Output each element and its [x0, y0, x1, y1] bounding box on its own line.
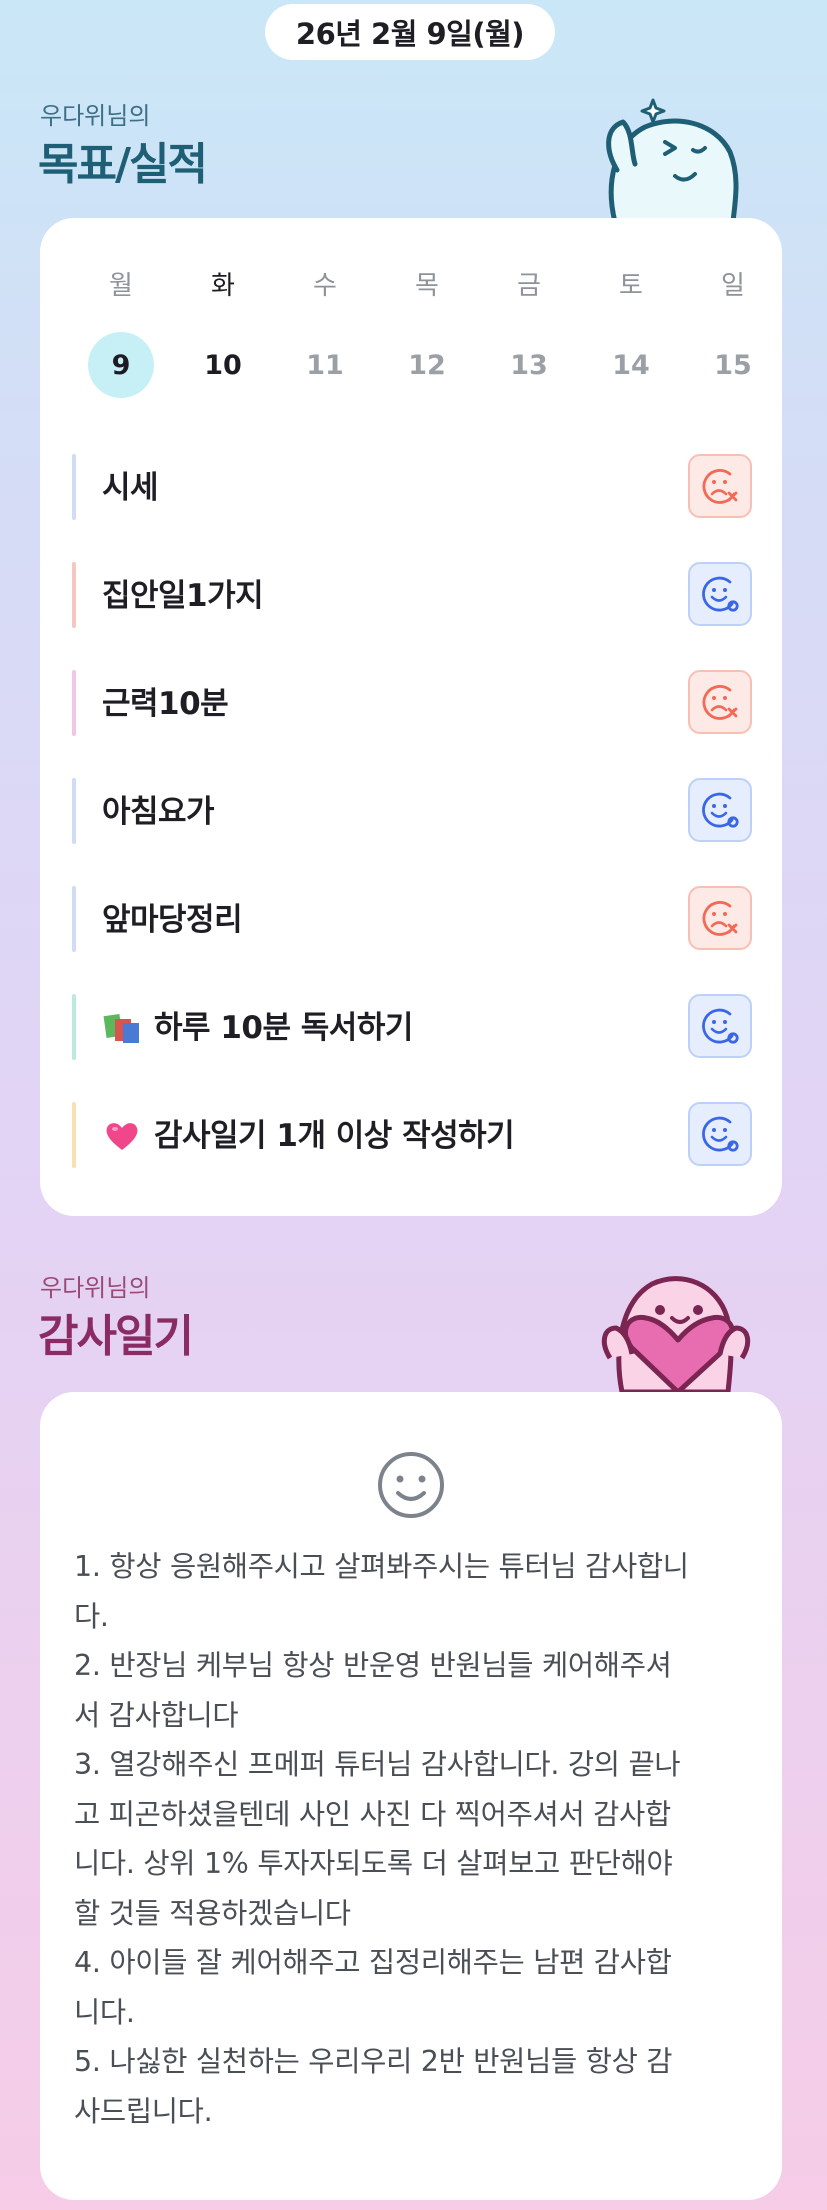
goal-text-wrap: 앞마당정리: [102, 868, 243, 972]
gratitude-line: 고 피곤하셨을텐데 사인 사진 다 찍어주셔서 감사합: [74, 1797, 671, 1831]
goal-label: 감사일기 1개 이상 작성하기: [154, 1118, 515, 1154]
calendar-day-number[interactable]: 11: [292, 332, 358, 398]
goal-color-bar: [72, 778, 76, 844]
goal-label: 아침요가: [102, 794, 215, 830]
smile-face-o-icon: [702, 792, 739, 828]
goal-text-wrap: 근력10분: [102, 652, 229, 756]
calendar-day-label: 목: [415, 271, 439, 301]
goal-item[interactable]: 집안일1가지: [72, 544, 752, 652]
goal-section-title: 목표/실적: [38, 139, 208, 190]
gratitude-line: 서 감사합니다: [74, 1698, 239, 1732]
goal-item[interactable]: 앞마당정리: [72, 868, 752, 976]
heart-mascot-icon: [601, 1276, 751, 1392]
date-text: 26년 2월 9일(월): [295, 17, 525, 51]
goal-text-wrap: 집안일1가지: [102, 544, 264, 648]
goal-item[interactable]: 근력10분: [72, 652, 752, 760]
calendar-day[interactable]: 일 15: [682, 266, 784, 398]
books-icon: [103, 1013, 139, 1043]
goal-color-bar: [72, 1102, 76, 1168]
goal-text-wrap: 감사일기 1개 이상 작성하기: [102, 1084, 515, 1188]
goal-card: 월 9 화 10 수 11 목 12 금 13 토 14 일 15 시세 집안일1가지 근력10분 아침요가 앞마…: [40, 218, 782, 1216]
calendar-day-number[interactable]: 9: [88, 332, 154, 398]
goal-color-bar: [72, 994, 76, 1060]
calendar-day[interactable]: 목 12: [376, 266, 478, 398]
calendar-day-label: 토: [619, 271, 643, 301]
calendar-day-number[interactable]: 10: [190, 332, 256, 398]
goal-label: 하루 10분 독서하기: [154, 1010, 413, 1046]
goal-success-button[interactable]: [688, 562, 752, 626]
goal-item[interactable]: 하루 10분 독서하기: [72, 976, 752, 1084]
calendar-day[interactable]: 토 14: [580, 266, 682, 398]
gratitude-line: 1. 항상 응원해주시고 살펴봐주시는 튜터님 감사합니: [74, 1550, 689, 1583]
goal-label: 근력10분: [102, 686, 229, 722]
gratitude-line: 니다.: [74, 1995, 135, 2029]
gratitude-section-title: 감사일기: [38, 1311, 194, 1362]
goal-section-subtitle: 우다위님의: [40, 102, 151, 130]
calendar-day[interactable]: 금 13: [478, 266, 580, 398]
goal-fail-button[interactable]: [688, 886, 752, 950]
gratitude-line: 사드립니다.: [74, 2094, 213, 2128]
gratitude-line: 할 것들 적용하겠습니다: [74, 1896, 351, 1930]
sad-face-x-icon: [702, 901, 738, 936]
goal-list: 시세집안일1가지근력10분아침요가앞마당정리하루 10분 독서하기감사일기 1개…: [72, 436, 752, 1192]
heart-icon: [106, 1123, 138, 1150]
calendar-day-label: 금: [517, 271, 541, 301]
calendar-day-label: 월: [109, 271, 133, 301]
smile-face-o-icon: [702, 1116, 739, 1152]
sad-face-x-icon: [702, 685, 738, 720]
calendar-day[interactable]: 수 11: [274, 266, 376, 398]
goal-fail-button[interactable]: [688, 454, 752, 518]
books-icon: [102, 1008, 142, 1048]
week-calendar: 월 9 화 10 수 11 목 12 금 13 토 14 일 15: [70, 266, 752, 398]
goal-text-wrap: 시세: [102, 436, 159, 540]
gratitude-card: 1. 항상 응원해주시고 살펴봐주시는 튜터님 감사합니다. 2. 반장님 케부님…: [40, 1392, 782, 2200]
sad-face-x-icon: [702, 469, 738, 504]
gratitude-diary-text: 1. 항상 응원해주시고 살펴봐주시는 튜터님 감사합니다. 2. 반장님 케부님…: [74, 1542, 754, 2136]
gratitude-line: 니다. 상위 1% 투자자되도록 더 살펴보고 판단해야: [74, 1847, 673, 1880]
goal-item[interactable]: 감사일기 1개 이상 작성하기: [72, 1084, 752, 1192]
calendar-day-number[interactable]: 13: [496, 332, 562, 398]
goal-item[interactable]: 시세: [72, 436, 752, 544]
calendar-day-label: 화: [211, 271, 235, 301]
gratitude-line: 2. 반장님 케부님 항상 반운영 반원님들 케어해주셔: [74, 1649, 672, 1682]
goal-color-bar: [72, 670, 76, 736]
goal-text-wrap: 하루 10분 독서하기: [102, 976, 413, 1080]
gratitude-line: 5. 나싫한 실천하는 우리우리 2반 반원님들 항상 감: [74, 2045, 673, 2078]
goal-label: 시세: [102, 470, 159, 506]
goal-color-bar: [72, 886, 76, 952]
calendar-day-number[interactable]: 15: [700, 332, 766, 398]
heart-icon: [102, 1116, 142, 1156]
gratitude-line: 4. 아이들 잘 케어해주고 집정리해주는 남편 감사합: [74, 1946, 672, 1979]
smile-face-o-icon: [702, 1008, 739, 1044]
goal-color-bar: [72, 454, 76, 520]
gratitude-line: 다.: [74, 1599, 109, 1633]
smile-face-icon: [378, 1452, 444, 1518]
gratitude-line: 3. 열강해주신 프메퍼 튜터님 감사합니다. 강의 끝나: [74, 1748, 681, 1781]
calendar-day[interactable]: 월9: [70, 266, 172, 398]
goal-success-button[interactable]: [688, 994, 752, 1058]
gratitude-section-subtitle: 우다위님의: [40, 1274, 151, 1302]
calendar-day-label: 일: [721, 271, 745, 301]
smile-face-o-icon: [702, 576, 739, 612]
calendar-day-number[interactable]: 12: [394, 332, 460, 398]
goal-success-button[interactable]: [688, 1102, 752, 1166]
goal-item[interactable]: 아침요가: [72, 760, 752, 868]
goal-fail-button[interactable]: [688, 670, 752, 734]
goal-color-bar: [72, 562, 76, 628]
goal-label: 집안일1가지: [102, 578, 264, 614]
goal-label: 앞마당정리: [102, 902, 243, 938]
calendar-day[interactable]: 화 10: [172, 266, 274, 398]
calendar-day-label: 수: [313, 271, 337, 301]
date-pill[interactable]: 26년 2월 9일(월): [265, 4, 555, 60]
ghost-mascot-icon: [606, 98, 739, 222]
goal-success-button[interactable]: [688, 778, 752, 842]
calendar-day-number[interactable]: 14: [598, 332, 664, 398]
goal-text-wrap: 아침요가: [102, 760, 215, 864]
